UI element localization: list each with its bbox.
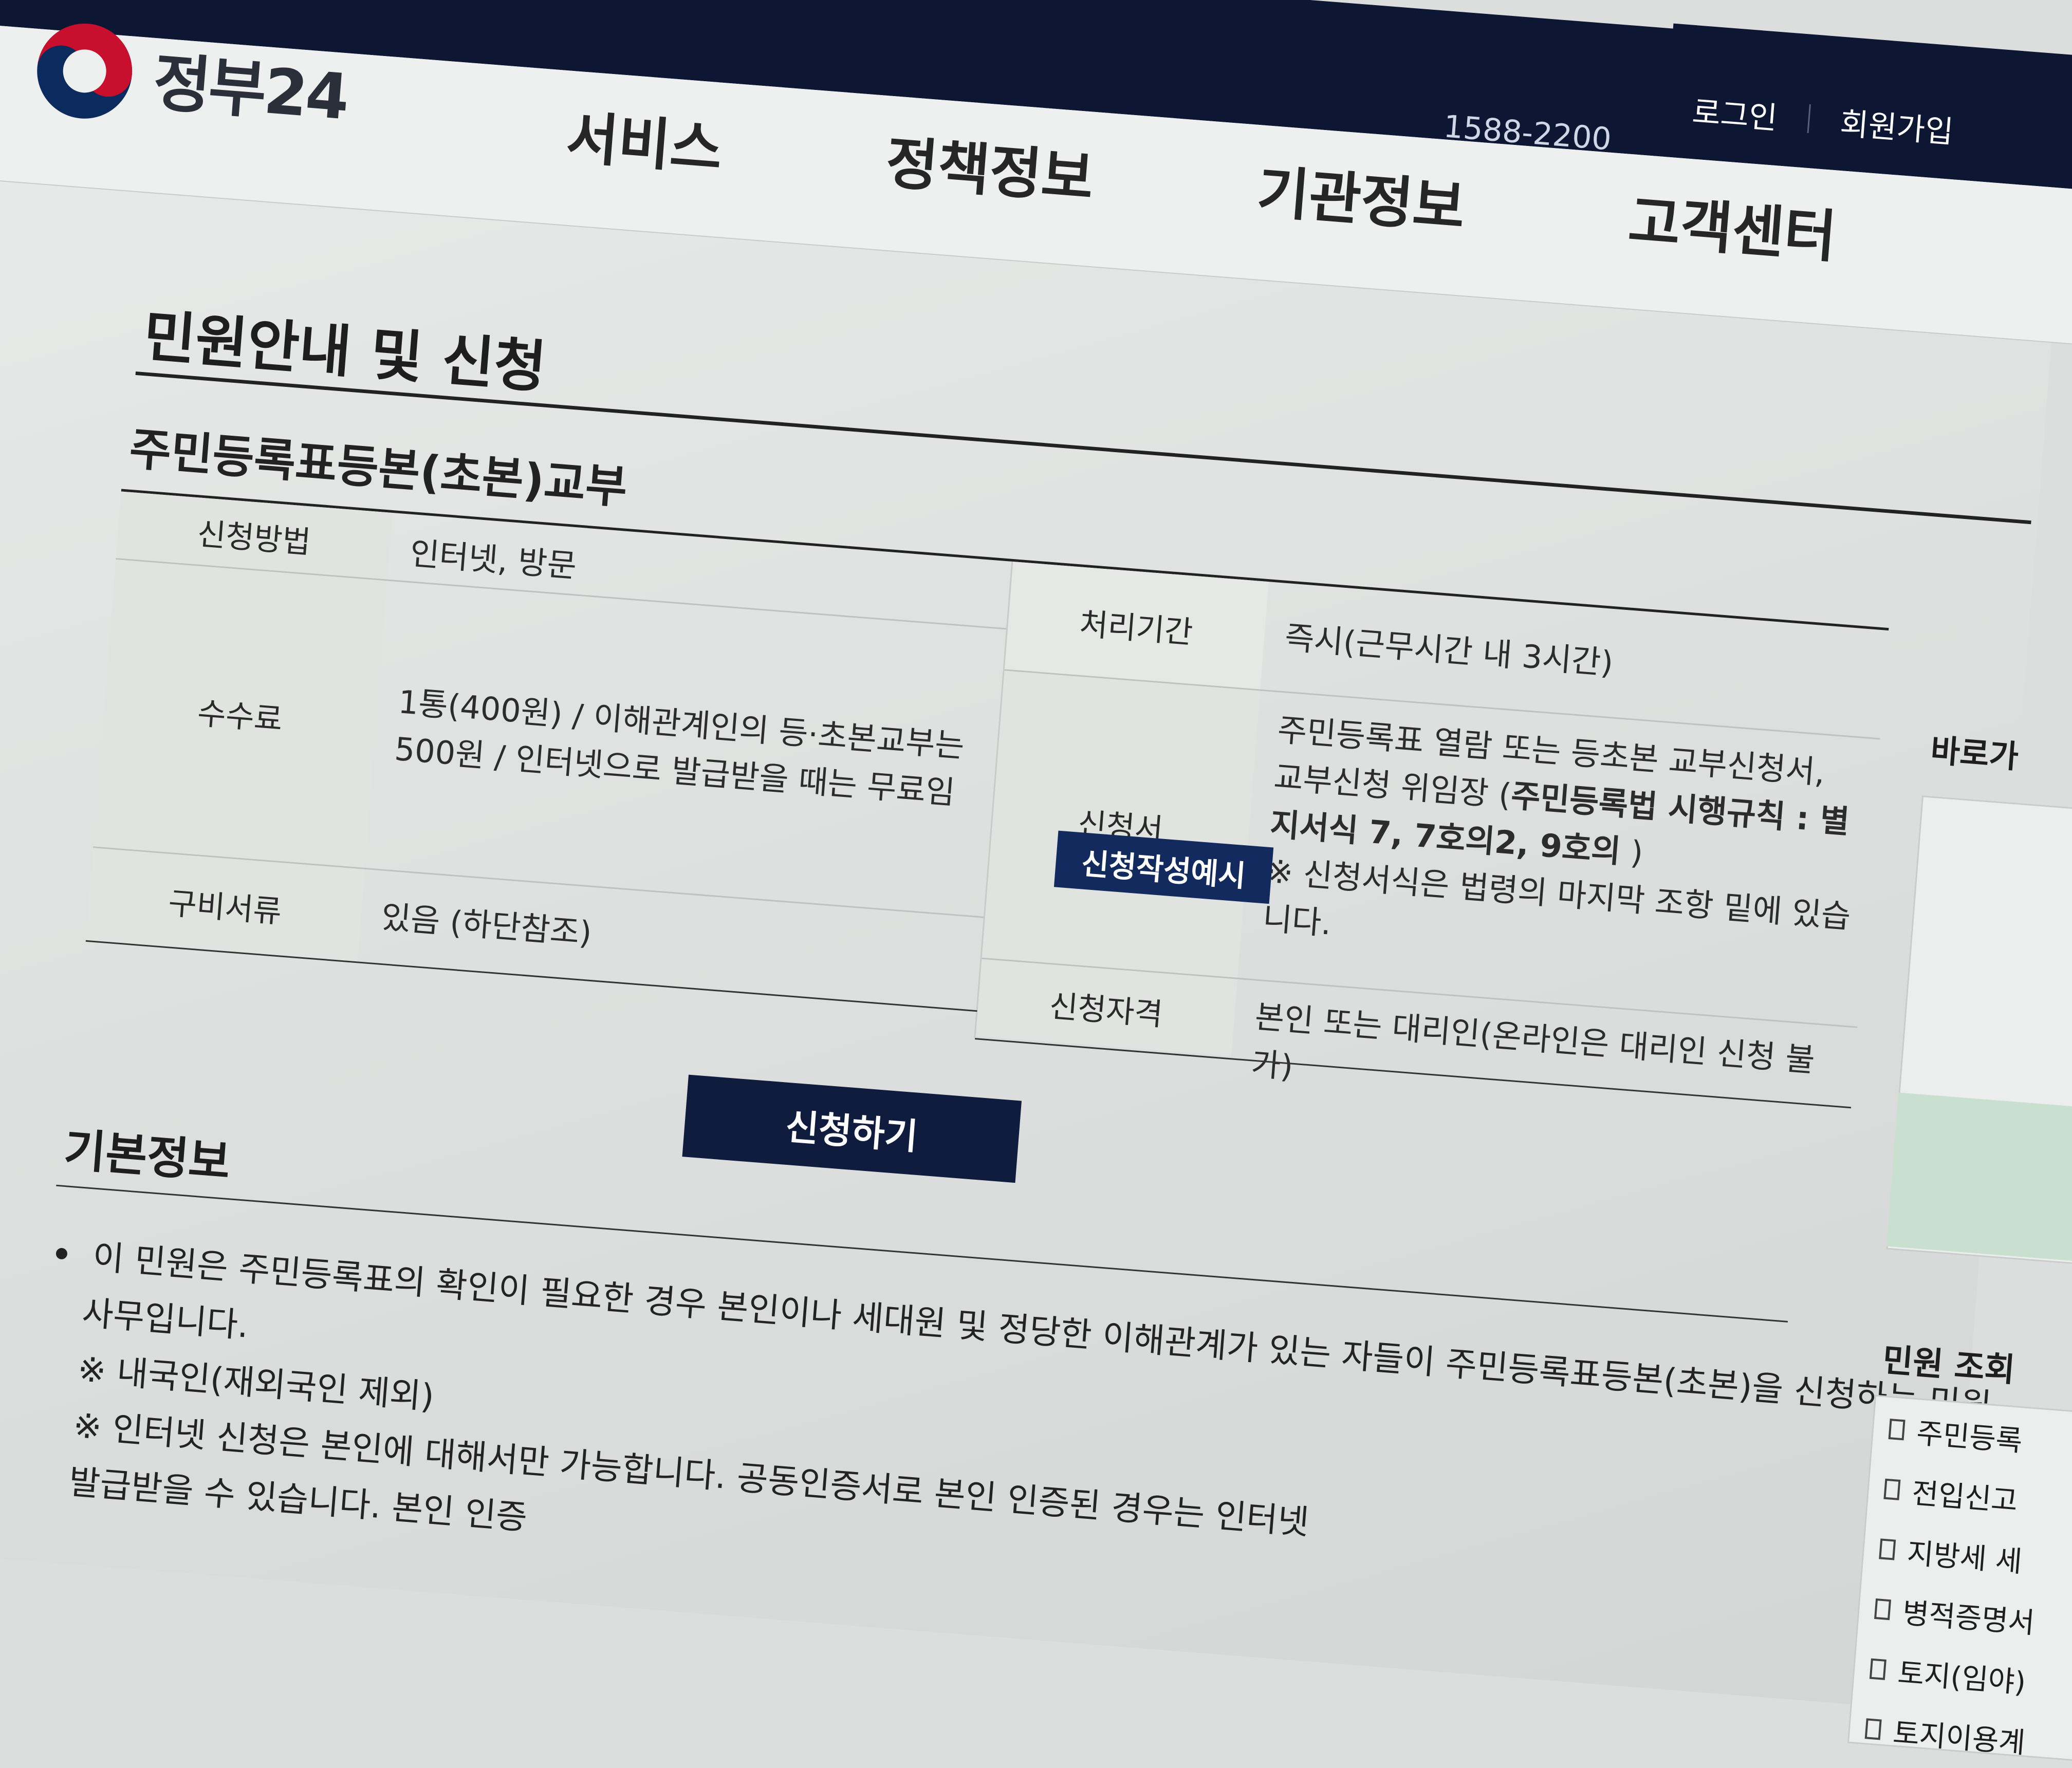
method-value: 인터넷, 방문 [409, 534, 578, 585]
query-item-label: 주민등록 [1915, 1417, 2024, 1459]
basic-info-body: 이 민원은 주민등록표의 확인이 필요한 경우 본인이나 세대원 및 정당한 이… [36, 1226, 1993, 1643]
query-item-label: 전입신고 [1910, 1476, 2019, 1518]
info-table: 신청방법 인터넷, 방문 처리기간 즉시(근무시간 내 3시간) 수수료 1통(… [85, 491, 1889, 1109]
nav-item-agency[interactable]: 기관정보 [1254, 145, 1468, 244]
form-label: 신청서 [981, 671, 1261, 978]
nav-item-support[interactable]: 고객센터 [1626, 175, 1840, 273]
right-sidebar: 바로가 발 무 민원 조회 주민등록 전입신고 지방세 세 병적증명서 토지(임… [1847, 693, 2072, 1762]
auth-divider [1807, 104, 1811, 133]
query-list-item[interactable]: 지방세 세 [1878, 1528, 2072, 1586]
query-list: 주민등록 전입신고 지방세 세 병적증명서 토지(임야) 토지이용계 [1847, 1394, 2072, 1762]
bullet-icon [55, 1248, 68, 1260]
login-link[interactable]: 로그인 [1691, 87, 1779, 138]
query-item-label: 병적증명서 [1901, 1596, 2036, 1641]
docs-value: 있음 (하단참조) [380, 898, 594, 952]
nav-item-policy[interactable]: 정책정보 [883, 117, 1097, 215]
form-note: ※ 신청서식은 법령의 마지막 조항 밑에 있습니다. [1261, 852, 1852, 942]
signup-link[interactable]: 회원가입 [1839, 99, 1955, 152]
screen: 1588-2200 정부24 서비스 정책정보 기관정보 고객센터 로그인 회원… [0, 0, 2072, 1762]
quick-links-highlight[interactable] [1886, 1092, 2072, 1265]
query-list-item[interactable]: 토지(임야) [1868, 1648, 2072, 1706]
form-value-end: ) [1619, 832, 1645, 872]
query-list-item[interactable]: 전입신고 [1883, 1468, 2072, 1527]
document-icon [1869, 1658, 1886, 1680]
apply-button[interactable]: 신청하기 [682, 1074, 1022, 1183]
page-title: 민원안내 및 신청 [141, 303, 549, 401]
fee-value: 1통(400원) / 이해관계인의 등·초본교부는 500원 / 인터넷으로 발… [393, 683, 966, 812]
quick-links-title: 바로가 [1929, 731, 2020, 776]
document-icon [1874, 1598, 1892, 1620]
period-value: 즉시(근무시간 내 3시간) [1283, 619, 1615, 682]
period-label: 처리기간 [1004, 561, 1269, 690]
taegeuk-logo-icon [37, 23, 133, 119]
nav-item-service[interactable]: 서비스 [564, 91, 726, 185]
document-icon [1879, 1538, 1896, 1560]
form-value: 주민등록표 열람 또는 등초본 교부신청서, 교부신청 위임장 (주민등록법 시… [1246, 705, 1879, 989]
query-list-item[interactable]: 주민등록 [1888, 1408, 2072, 1466]
query-item-label: 토지이용계 [1892, 1716, 2027, 1760]
query-item-label: 지방세 세 [1905, 1536, 2024, 1579]
basic-info-title: 기본정보 [62, 1123, 232, 1189]
qual-value: 본인 또는 대리인(온라인은 대리인 신청 불가) [1250, 997, 1817, 1086]
document-icon [1883, 1478, 1901, 1500]
query-list-item[interactable]: 토지이용계 [1864, 1707, 2072, 1766]
document-icon [1864, 1718, 1882, 1740]
fee-label: 수수료 [93, 560, 387, 868]
query-list-item[interactable]: 병적증명서 [1873, 1588, 2072, 1646]
logo-text: 정부24 [150, 45, 350, 134]
document-icon [1888, 1418, 1905, 1440]
query-item-label: 토지(임야) [1896, 1656, 2027, 1700]
